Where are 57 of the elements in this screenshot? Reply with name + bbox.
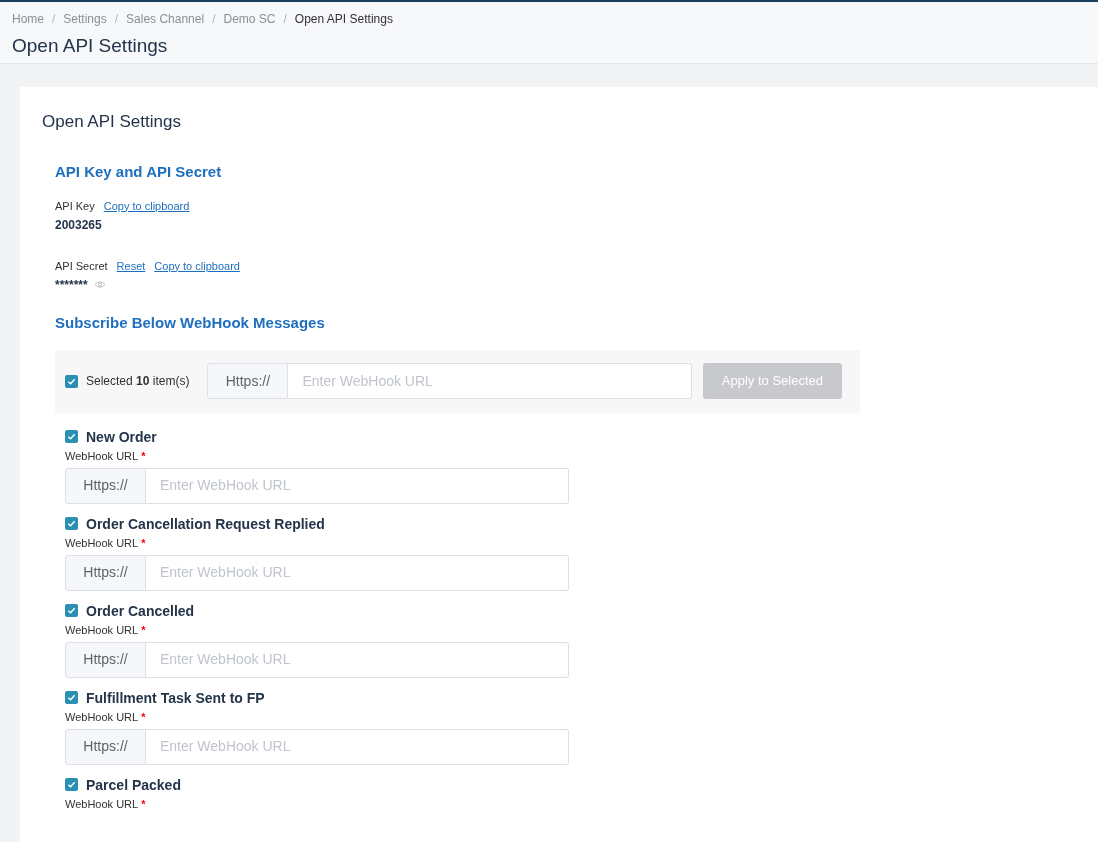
selection-count: Selected 10 item(s)	[86, 373, 190, 390]
check-mark-icon	[67, 693, 76, 702]
url-input[interactable]: Enter WebHook URL	[146, 641, 569, 678]
section-heading: API Key and API Secret	[55, 161, 223, 182]
breadcrumb-separator: /	[52, 11, 56, 28]
field-label: API Key	[55, 198, 95, 213]
check-mark-icon	[67, 519, 76, 528]
breadcrumb-separator: /	[114, 11, 119, 28]
required-mark: *	[141, 448, 146, 463]
field-value: 2003265	[55, 216, 102, 233]
breadcrumb-link[interactable]: Home	[12, 10, 44, 28]
breadcrumb-link[interactable]: Demo SC	[223, 10, 276, 28]
checkbox[interactable]	[65, 691, 78, 704]
field-label: WebHook URL	[65, 448, 139, 463]
url-input[interactable]: Enter WebHook URL	[146, 467, 569, 504]
field-label: API Secret	[55, 258, 108, 273]
webhook-title: Order Cancellation Request Replied	[86, 514, 325, 534]
checkbox[interactable]	[65, 778, 78, 791]
check-mark-icon	[67, 376, 76, 386]
card-title: Open API Settings	[42, 111, 182, 133]
checkbox[interactable]	[65, 430, 78, 443]
checkbox[interactable]	[65, 517, 78, 530]
required-mark: *	[141, 796, 146, 811]
field-label: WebHook URL	[65, 796, 139, 811]
check-mark-icon	[67, 780, 76, 789]
breadcrumb-separator: /	[212, 11, 216, 28]
field-label: WebHook URL	[65, 709, 139, 724]
text-link[interactable]: Copy to clipboard	[103, 198, 190, 213]
webhook-title: New Order	[86, 427, 157, 447]
checkbox[interactable]	[65, 374, 78, 388]
url-input[interactable]: Enter WebHook URL	[146, 728, 569, 765]
page-title: Open API Settings	[12, 34, 169, 58]
url-prefix: Https://	[65, 467, 146, 504]
section-heading: Subscribe Below WebHook Messages	[55, 312, 326, 333]
required-mark: *	[141, 622, 146, 637]
required-mark: *	[141, 535, 146, 550]
text-link[interactable]: Reset	[116, 258, 146, 273]
url-input[interactable]: Enter WebHook URL	[288, 363, 693, 399]
webhook-title: Order Cancelled	[86, 601, 195, 621]
field-label: WebHook URL	[65, 622, 139, 637]
check-mark-icon	[67, 606, 76, 615]
webhook-title: Parcel Packed	[86, 775, 181, 795]
url-prefix: Https://	[207, 363, 289, 399]
url-prefix: Https://	[65, 728, 146, 765]
text-link[interactable]: Copy to clipboard	[154, 258, 240, 273]
check-mark-icon	[67, 432, 76, 441]
url-input[interactable]: Enter WebHook URL	[146, 554, 569, 591]
webhook-title: Fulfillment Task Sent to FP	[86, 688, 265, 708]
breadcrumb-separator: /	[283, 11, 287, 28]
breadcrumb-link[interactable]: Settings	[63, 10, 107, 28]
breadcrumb-link[interactable]: Sales Channel	[126, 10, 205, 28]
required-mark: *	[141, 709, 146, 724]
field-value: *******	[55, 276, 88, 293]
url-prefix: Https://	[65, 641, 146, 678]
field-label: WebHook URL	[65, 535, 139, 550]
checkbox[interactable]	[65, 604, 78, 617]
url-prefix: Https://	[65, 554, 146, 591]
